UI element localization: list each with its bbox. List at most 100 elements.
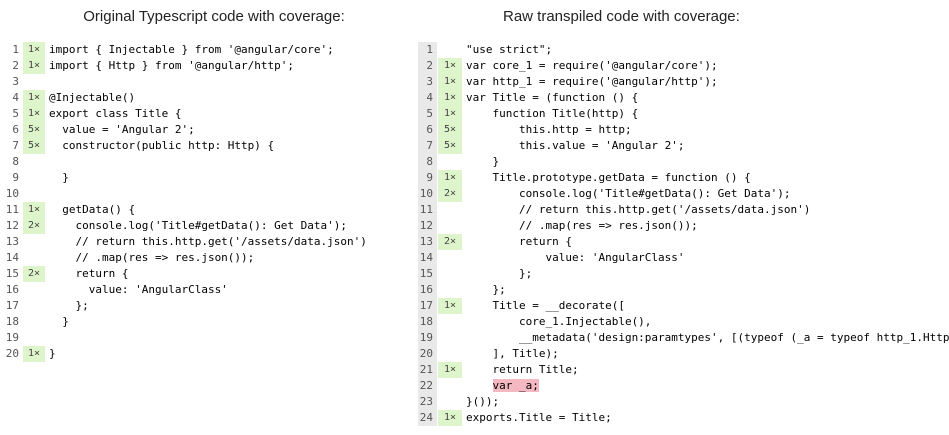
source-code: @Injectable() — [49, 91, 136, 104]
source-code: ], Title); — [466, 347, 559, 360]
source-code: value: 'AngularClass' — [49, 283, 228, 296]
line-number: 10 — [418, 186, 437, 202]
source-code: constructor(public http: Http) { — [49, 139, 275, 152]
line-number: 4 — [418, 90, 437, 106]
line-number: 1 — [12, 43, 19, 56]
line-number: 12 — [418, 218, 437, 234]
code-line: 24 1× exports.Title = Title; — [418, 410, 949, 426]
source-code: } — [49, 171, 69, 184]
typescript-panel-title: Original Typescript code with coverage: — [83, 8, 345, 25]
hit-count: 2× — [23, 266, 45, 282]
source-code: }; — [466, 267, 533, 280]
code-line: 17 }; — [0, 298, 418, 314]
code-line: 10 — [0, 186, 418, 202]
line-number: 21 — [418, 362, 437, 378]
line-number: 15 — [5, 267, 19, 280]
source-code: var http_1 = require('@angular/http'); — [466, 75, 718, 88]
code-line: 8 — [0, 154, 418, 170]
source-code: this.http = http; — [466, 123, 632, 136]
line-number: 15 — [418, 266, 437, 282]
code-line: 14 // .map(res => res.json()); — [0, 250, 418, 266]
uncovered-statement-highlight: var _a; — [492, 379, 539, 392]
hit-count: 1× — [438, 170, 462, 186]
line-number: 19 — [5, 331, 19, 344]
source-code: return { — [466, 235, 572, 248]
source-code: value: 'AngularClass' — [466, 251, 685, 264]
source-code: // return this.http.get('/assets/data.js… — [49, 235, 367, 248]
typescript-code-listing: 1 1× import { Injectable } from '@angular/… — [0, 42, 418, 362]
code-line: 12 2× console.log('Title#getData(): Get D… — [0, 218, 418, 234]
source-code: this.value = 'Angular 2'; — [466, 139, 685, 152]
code-line: 10 2× console.log('Title#getData(): Get D… — [418, 186, 949, 202]
code-line: 2 1× var core_1 = require('@angular/core')… — [418, 58, 949, 74]
source-code: // return this.http.get('/assets/data.js… — [466, 203, 811, 216]
code-line: 8 } — [418, 154, 949, 170]
line-number: 7 — [418, 138, 437, 154]
source-code: } — [49, 315, 69, 328]
hit-count: 1× — [23, 90, 45, 106]
source-code: core_1.Injectable(), — [466, 315, 652, 328]
source-code: }()); — [466, 395, 500, 408]
code-line: 13 // return this.http.get('/assets/data… — [0, 234, 418, 250]
code-line: 6 5× this.http = http; — [418, 122, 949, 138]
code-line: 17 1× Title = __decorate([ — [418, 298, 949, 314]
hit-count: 5× — [438, 138, 462, 154]
hit-count: 1× — [438, 362, 462, 378]
source-code: // .map(res => res.json()); — [466, 219, 698, 232]
line-number: 16 — [5, 283, 19, 296]
source-code: console.log('Title#getData(): Get Data')… — [49, 219, 348, 232]
line-number: 12 — [5, 219, 19, 232]
line-number: 9 — [12, 171, 19, 184]
code-line: 3 — [0, 74, 418, 90]
code-line: 7 5× this.value = 'Angular 2'; — [418, 138, 949, 154]
code-line: 5 1× export class Title { — [0, 106, 418, 122]
code-line: 4 1× @Injectable() — [0, 90, 418, 106]
hit-count: 5× — [23, 122, 45, 138]
source-code: export class Title { — [49, 107, 182, 120]
line-number: 11 — [418, 202, 437, 218]
line-number: 6 — [418, 122, 437, 138]
code-line: 18 } — [0, 314, 418, 330]
hit-count: 1× — [438, 74, 462, 90]
transpiled-coverage-panel: Raw transpiled code with coverage: 1 "use… — [418, 0, 949, 426]
source-code: }; — [49, 299, 89, 312]
line-number: 24 — [418, 410, 437, 426]
hit-count: 1× — [438, 298, 462, 314]
line-number: 20 — [418, 346, 437, 362]
hit-count: 1× — [438, 90, 462, 106]
line-number: 14 — [418, 250, 437, 266]
hit-count: 1× — [23, 42, 45, 58]
line-number: 5 — [418, 106, 437, 122]
line-number: 17 — [418, 298, 437, 314]
line-number: 3 — [418, 74, 437, 90]
line-number: 18 — [418, 314, 437, 330]
source-code: Title.prototype.getData = function () { — [466, 171, 751, 184]
code-line: 21 1× return Title; — [418, 362, 949, 378]
line-number: 7 — [12, 139, 19, 152]
line-number: 16 — [418, 282, 437, 298]
line-number: 8 — [418, 154, 437, 170]
line-number: 1 — [418, 42, 437, 58]
code-line: 7 5× constructor(public http: Http) { — [0, 138, 418, 154]
source-code: getData() { — [49, 203, 136, 216]
code-line: 1 1× import { Injectable } from '@angular/… — [0, 42, 418, 58]
hit-count: 1× — [438, 410, 462, 426]
hit-count: 1× — [438, 58, 462, 74]
code-line: 14 value: 'AngularClass' — [418, 250, 949, 266]
hit-count: 2× — [438, 234, 462, 250]
code-line: 15 2× return { — [0, 266, 418, 282]
source-code: // .map(res => res.json()); — [49, 251, 255, 264]
code-line: 20 1×} — [0, 346, 418, 362]
source-code: "use strict"; — [466, 43, 553, 56]
source-code: import { Http } from '@angular/http'; — [49, 59, 295, 72]
code-line: 5 1× function Title(http) { — [418, 106, 949, 122]
hit-count: 1× — [23, 202, 45, 218]
code-line: 2 1× import { Http } from '@angular/http'; — [0, 58, 418, 74]
line-number: 4 — [12, 91, 19, 104]
line-number: 20 — [5, 347, 19, 360]
source-code: return Title; — [466, 363, 579, 376]
source-code: exports.Title = Title; — [466, 411, 612, 424]
source-code: console.log('Title#getData(): Get Data')… — [466, 187, 791, 200]
hit-count: 2× — [23, 218, 45, 234]
source-code: return { — [49, 267, 129, 280]
